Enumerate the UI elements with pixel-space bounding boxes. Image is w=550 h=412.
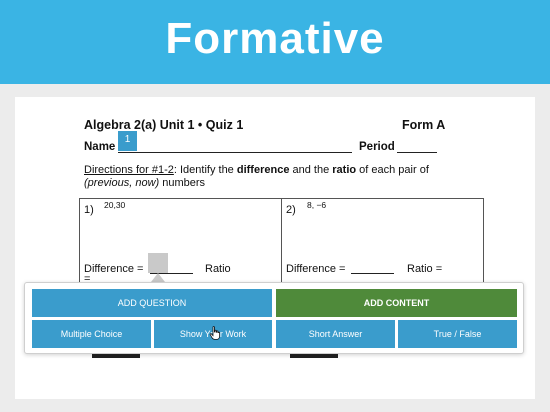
hand-pointer-icon bbox=[209, 326, 220, 340]
directions-bold-ratio: ratio bbox=[332, 164, 357, 176]
problem-1-ratio-label: Ratio bbox=[205, 263, 231, 275]
period-label: Period bbox=[359, 141, 395, 153]
directions-part: numbers bbox=[159, 177, 206, 189]
add-content-button[interactable]: ADD CONTENT bbox=[276, 289, 517, 317]
directions-part: of each pair of bbox=[356, 164, 429, 176]
problem-2-difference-blank[interactable] bbox=[351, 273, 394, 274]
directions-text: Directions for #1-2: Identify the differ… bbox=[84, 164, 454, 190]
period-blank bbox=[397, 152, 437, 153]
problem-1-difference-label: Difference = bbox=[84, 263, 144, 275]
directions-italic: (previous, now) bbox=[84, 177, 160, 189]
directions-bold-difference: difference bbox=[236, 164, 290, 176]
partial-blank bbox=[92, 354, 140, 358]
add-question-button[interactable]: ADD QUESTION bbox=[32, 289, 272, 317]
problem-1-number: 1) bbox=[84, 204, 94, 216]
name-blank bbox=[118, 152, 352, 153]
short-answer-button[interactable]: Short Answer bbox=[276, 320, 395, 348]
partial-blank bbox=[290, 354, 338, 358]
directions-part: : Identify the bbox=[173, 164, 237, 176]
problem-2-number: 2) bbox=[286, 204, 296, 216]
directions-part: and the bbox=[289, 164, 333, 176]
multiple-choice-button[interactable]: Multiple Choice bbox=[32, 320, 151, 348]
insert-handle[interactable] bbox=[148, 253, 168, 273]
problem-2-difference-label: Difference = bbox=[286, 263, 346, 275]
grid-divider bbox=[281, 198, 282, 288]
name-label: Name bbox=[84, 141, 116, 153]
quiz-title: Algebra 2(a) Unit 1 • Quiz 1 bbox=[84, 118, 244, 132]
header-banner: Formative bbox=[0, 0, 550, 84]
directions-label: Directions for #1-2 bbox=[84, 164, 174, 176]
insert-handle-arrow bbox=[151, 273, 165, 282]
question-marker[interactable]: 1 bbox=[118, 131, 137, 151]
quiz-form-label: Form A bbox=[402, 118, 446, 132]
true-false-button[interactable]: True / False bbox=[398, 320, 517, 348]
problem-2-values: 8, −6 bbox=[307, 200, 327, 210]
banner-title: Formative bbox=[165, 14, 385, 63]
problem-1-values: 20,30 bbox=[104, 200, 126, 210]
problem-2-ratio-label: Ratio = bbox=[407, 263, 443, 275]
